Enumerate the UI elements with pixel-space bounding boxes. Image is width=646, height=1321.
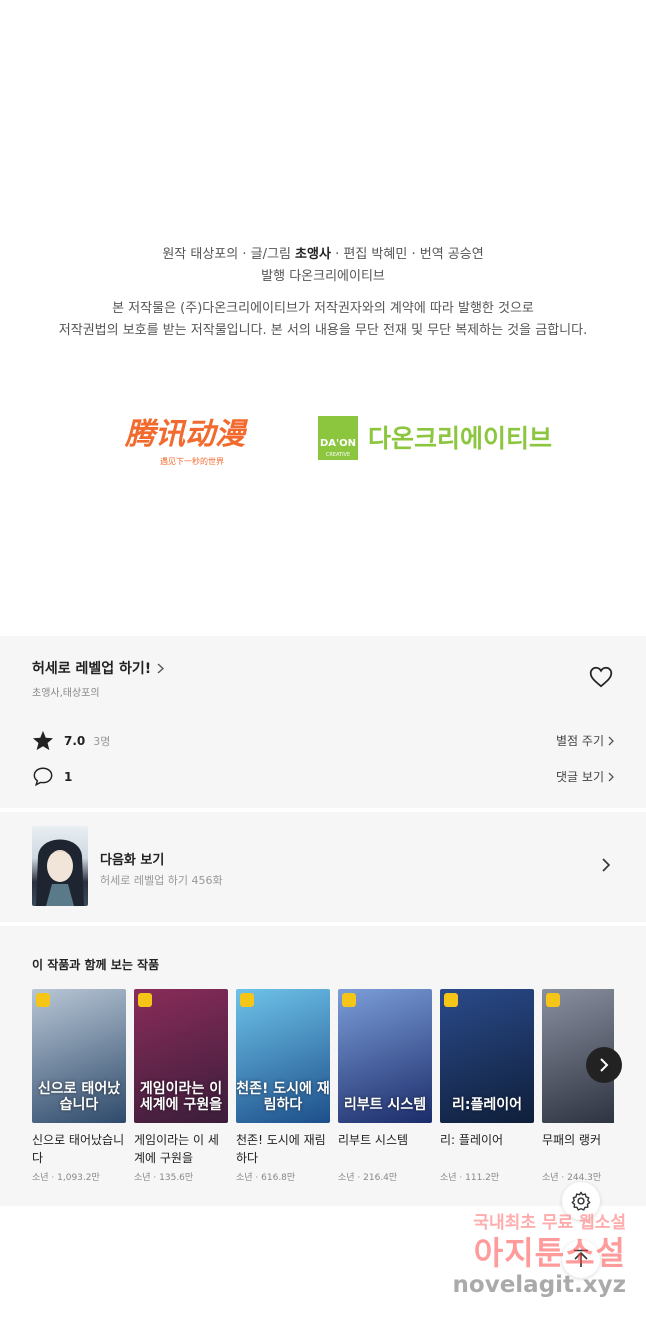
chevron-right-icon [600,1058,609,1072]
comments-button-label: 댓글 보기 [556,770,604,784]
recommendation-card[interactable]: 게임이라는 이 세계에 구원을 게임이라는 이 세계에 구원을 소년 · 135… [134,989,228,1183]
translate-name: 공승연 [447,247,484,262]
recommendation-card[interactable]: 신으로 태어났습니다 신으로 태어났습니다 소년 · 1,093.2만 [32,989,126,1183]
art-label: 글/그림 [250,247,291,262]
work-authors: 초앵사,태상포의 [32,688,100,699]
original-label: 원작 [162,247,187,262]
recommendation-title: 천존! 도시에 재림하다 [236,1133,326,1165]
recommendation-cover: 천존! 도시에 재림하다 [236,989,330,1123]
recommendation-meta: 소년 · 1,093.2만 [32,1173,100,1183]
daon-badge-sub: CREATIVE [326,452,350,458]
rate-button[interactable]: 별점 주기 [556,732,614,749]
star-icon [32,730,54,751]
work-info-panel: 허세로 레벨업 하기! 초앵사,태상포의 7.0 3명 별점 주기 1 댓글 보… [0,636,646,808]
recommendation-card[interactable]: 천존! 도시에 재림하다 천존! 도시에 재림하다 소년 · 616.8만 [236,989,330,1183]
credits-line-2: 발행 다온크리에이티브 [0,266,646,288]
cover-title-art: 천존! 도시에 재림하다 [236,1081,330,1113]
clock-badge-icon [546,993,560,1007]
work-title: 허세로 레벨업 하기! [32,661,152,677]
cover-title-art: 게임이라는 이 세계에 구원을 [139,1081,223,1113]
notice-line-2: 저작권법의 보호를 받는 저작물입니다. 본 서의 내용을 무단 전재 및 무단… [58,323,588,338]
tencent-comics-logo: 腾讯动漫 遇见下一秒的世界 [124,417,249,466]
recommendation-card[interactable]: 리부트 시스템 리부트 시스템 소년 · 216.4만 [338,989,432,1183]
cover-title-art: 리부트 시스템 [343,1097,427,1113]
recommendations-section: 이 작품과 함께 보는 작품 신으로 태어났습니다 신으로 태어났습니다 소년 … [0,926,646,1206]
publisher-label: 발행 [261,269,286,284]
recommendation-cover: 리:플레이어 [440,989,534,1123]
rate-button-label: 별점 주기 [556,734,604,748]
art-name: 초앵사 [295,247,331,262]
watermark-brand: 아지툰소설 [473,1234,626,1272]
work-title-link[interactable]: 허세로 레벨업 하기! [32,658,165,678]
clock-badge-icon [240,993,254,1007]
recommendation-card[interactable]: 무패의 랭커 소년 · 244.3만 [542,989,614,1183]
recommendations-list: 신으로 태어났습니다 신으로 태어났습니다 소년 · 1,093.2만 게임이라… [32,989,614,1199]
comment-icon [33,767,53,787]
notice-line-1: 본 저작물은 (주)다온크리에이티브가 저작권자와의 계약에 따라 발행한 것으… [112,301,534,316]
credits: 원작 태상포의 · 글/그림 초앵사 · 편집 박혜민 · 번역 공승연 발행 … [0,244,646,288]
clock-badge-icon [342,993,356,1007]
thumbnail-art [36,839,84,906]
heart-icon[interactable] [588,664,614,690]
recommendation-cover: 리부트 시스템 [338,989,432,1123]
comment-row: 1 댓글 보기 [32,766,614,787]
edit-name: 박혜민 [371,247,408,262]
recommendation-meta: 소년 · 616.8만 [236,1173,296,1183]
clock-badge-icon [444,993,458,1007]
tencent-logo-text: 腾讯动漫 [124,417,249,452]
comments-button[interactable]: 댓글 보기 [556,768,614,785]
chevron-right-icon [602,858,610,872]
recommendation-title: 게임이라는 이 세계에 구원을 [134,1133,219,1165]
original-name: 태상포의 [190,247,239,262]
separator: · [411,247,416,262]
clock-badge-icon [36,993,50,1007]
rating-count: 3명 [93,734,111,748]
next-episode-label: 다음화 보기 [100,853,165,868]
daon-logo-text: 다온크리에이티브 [368,424,552,453]
recommendation-meta: 소년 · 244.3만 [542,1173,602,1183]
rating-value: 7.0 [64,733,86,748]
rating-row: 7.0 3명 별점 주기 [32,730,614,751]
cover-title-art: 리:플레이어 [452,1097,522,1113]
daon-badge-text: DA'ON [320,438,356,449]
recommendations-heading: 이 작품과 함께 보는 작품 [32,958,160,972]
copyright-notice: 본 저작물은 (주)다온크리에이티브가 저작권자와의 계약에 따라 발행한 것으… [0,298,646,342]
next-episode-thumbnail [32,826,88,906]
recommendation-card[interactable]: 리:플레이어 리: 플레이어 소년 · 111.2만 [440,989,534,1183]
separator: · [335,247,340,262]
chevron-right-icon [157,662,165,674]
recommendation-cover: 게임이라는 이 세계에 구원을 [134,989,228,1123]
recommendation-title: 신으로 태어났습니다 [32,1133,125,1165]
chevron-right-icon [608,772,614,781]
translate-label: 번역 [419,247,444,262]
carousel-next-button[interactable] [586,1047,622,1083]
recommendation-meta: 소년 · 111.2만 [440,1173,500,1183]
edit-label: 편집 [343,247,368,262]
watermark-url: novelagit.xyz [452,1272,626,1298]
recommendation-meta: 소년 · 135.6만 [134,1173,194,1183]
separator: · [242,247,247,262]
daon-creative-logo: DA'ON CREATIVE 다온크리에이티브 [318,416,552,460]
publisher-name: 다온크리에이티브 [289,269,385,284]
comment-count: 1 [64,769,73,784]
tencent-logo-tagline: 遇见下一秒的世界 [160,456,224,466]
recommendation-meta: 소년 · 216.4만 [338,1173,398,1183]
recommendation-title: 리부트 시스템 [338,1133,409,1147]
clock-badge-icon [138,993,152,1007]
recommendation-title: 리: 플레이어 [440,1133,504,1147]
cover-title-art: 신으로 태어났습니다 [37,1081,121,1113]
recommendation-title: 무패의 랭커 [542,1133,602,1147]
chevron-right-icon [608,736,614,745]
next-episode-card[interactable]: 다음화 보기 허세로 레벨업 하기 456화 [0,812,646,922]
credits-line-1: 원작 태상포의 · 글/그림 초앵사 · 편집 박혜민 · 번역 공승연 [0,244,646,266]
next-episode-subtitle: 허세로 레벨업 하기 456화 [100,874,223,887]
recommendation-cover: 신으로 태어났습니다 [32,989,126,1123]
